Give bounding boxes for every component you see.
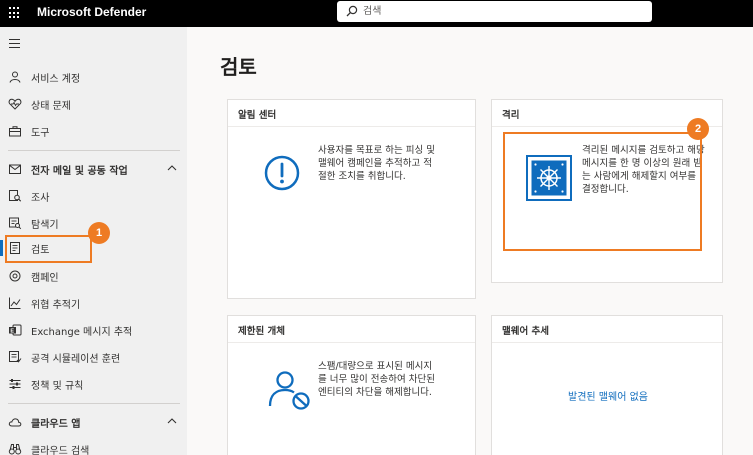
card-title: 맬웨어 추세 [502, 326, 550, 337]
exchange-logo-icon: E [9, 324, 22, 336]
person-key-icon [9, 71, 21, 83]
chevron-up-icon[interactable] [167, 164, 177, 172]
sidebar-item-tools[interactable]: 도구 [0, 120, 187, 142]
sidebar-item-health[interactable]: 상태 문제 [0, 93, 187, 115]
sidebar-item-label: 정책 및 규칙 [31, 381, 84, 392]
step-badge-2: 2 [687, 118, 709, 140]
sliders-icon [9, 379, 21, 389]
line-chart-icon [9, 297, 21, 309]
binoculars-icon [8, 444, 22, 455]
card-divider [228, 126, 475, 127]
hamburger-menu-icon[interactable] [9, 39, 20, 51]
target-icon [9, 270, 21, 282]
svg-text:E: E [10, 328, 14, 334]
sidebar-divider [8, 403, 180, 404]
card-title: 알림 센터 [238, 110, 277, 121]
sidebar-item-campaigns[interactable]: 캠페인 [0, 265, 187, 287]
highlight-box-review [5, 235, 92, 263]
sidebar-item-label: 클라우드 앱 [31, 419, 81, 430]
mail-icon [9, 164, 21, 174]
sidebar-item-label: 서비스 계정 [31, 74, 81, 85]
sidebar-item-exchange-trace[interactable]: E Exchange 메시지 추적 [0, 319, 187, 341]
alert-exclamation-icon [264, 155, 300, 191]
sidebar-item-threat-tracker[interactable]: 위협 추적기 [0, 292, 187, 314]
no-malware-link[interactable]: 발견된 맬웨어 없음 [492, 388, 724, 403]
sidebar-item-label: 상태 문제 [31, 101, 71, 112]
heart-pulse-icon [8, 98, 22, 110]
app-launcher-icon[interactable] [9, 7, 21, 19]
sidebar-divider [8, 150, 180, 151]
cloud-icon [8, 418, 22, 427]
card-malware-trends[interactable]: 맬웨어 추세 발견된 맬웨어 없음 [491, 315, 723, 455]
sidebar-item-label: Exchange 메시지 추적 [31, 327, 133, 338]
card-title: 제한된 개체 [238, 326, 286, 337]
sidebar-item-label: 도구 [31, 128, 50, 139]
card-divider [492, 342, 722, 343]
explorer-icon [9, 217, 22, 230]
sidebar-item-label: 캠페인 [31, 273, 59, 284]
sidebar-item-cloud-discovery[interactable]: 클라우드 검색 [0, 438, 187, 455]
sidebar-item-label: 전자 메일 및 공동 작업 [31, 166, 128, 177]
active-indicator [0, 240, 3, 256]
search-input[interactable] [363, 3, 643, 20]
sidebar-section-cloud-apps[interactable]: 클라우드 앱 [0, 411, 187, 433]
search-box[interactable] [337, 1, 652, 22]
chevron-up-icon[interactable] [167, 417, 177, 425]
card-description: 사용자를 목표로 하는 피싱 및 맬웨어 캠페인을 추적하고 적절한 조치를 취… [318, 145, 435, 182]
sidebar-item-service-accounts[interactable]: 서비스 계정 [0, 66, 187, 88]
simulation-icon [9, 351, 22, 363]
sidebar: 서비스 계정 상태 문제 도구 전자 메일 및 공동 작업 조사 탐색기 검토 … [0, 27, 187, 455]
sidebar-item-label: 공격 시뮬레이션 훈련 [31, 354, 121, 365]
app-title[interactable]: Microsoft Defender [37, 5, 146, 19]
investigation-icon [9, 190, 22, 202]
card-restricted-entities[interactable]: 제한된 개체 스팸/대량으로 표시된 메시지를 너무 많이 전송하여 차단된 엔… [227, 315, 476, 455]
sidebar-section-email-collab[interactable]: 전자 메일 및 공동 작업 [0, 158, 187, 180]
sidebar-item-investigations[interactable]: 조사 [0, 185, 187, 207]
card-divider [228, 342, 475, 343]
sidebar-item-label: 조사 [31, 193, 50, 204]
page-title: 검토 [220, 55, 257, 79]
sidebar-item-label: 탐색기 [31, 220, 59, 231]
card-description: 스팸/대량으로 표시된 메시지를 너무 많이 전송하여 차단된 엔티티의 차단을… [318, 361, 435, 398]
main-content: 검토 알림 센터 사용자를 목표로 하는 피싱 및 맬웨어 캠페인을 추적하고 … [187, 27, 753, 455]
sidebar-item-label: 위협 추적기 [31, 300, 81, 311]
step-badge-1: 1 [88, 222, 110, 244]
card-title: 격리 [502, 110, 520, 121]
sidebar-item-label: 클라우드 검색 [31, 446, 90, 455]
search-icon [346, 5, 358, 17]
card-alert-center[interactable]: 알림 센터 사용자를 목표로 하는 피싱 및 맬웨어 캠페인을 추적하고 적절한… [227, 99, 476, 299]
highlight-box-quarantine [503, 132, 702, 251]
toolbox-icon [9, 126, 21, 137]
sidebar-item-attack-sim[interactable]: 공격 시뮬레이션 훈련 [0, 346, 187, 368]
blocked-user-icon [268, 371, 310, 410]
sidebar-item-policies[interactable]: 정책 및 규칙 [0, 373, 187, 395]
top-bar: Microsoft Defender [0, 0, 753, 27]
